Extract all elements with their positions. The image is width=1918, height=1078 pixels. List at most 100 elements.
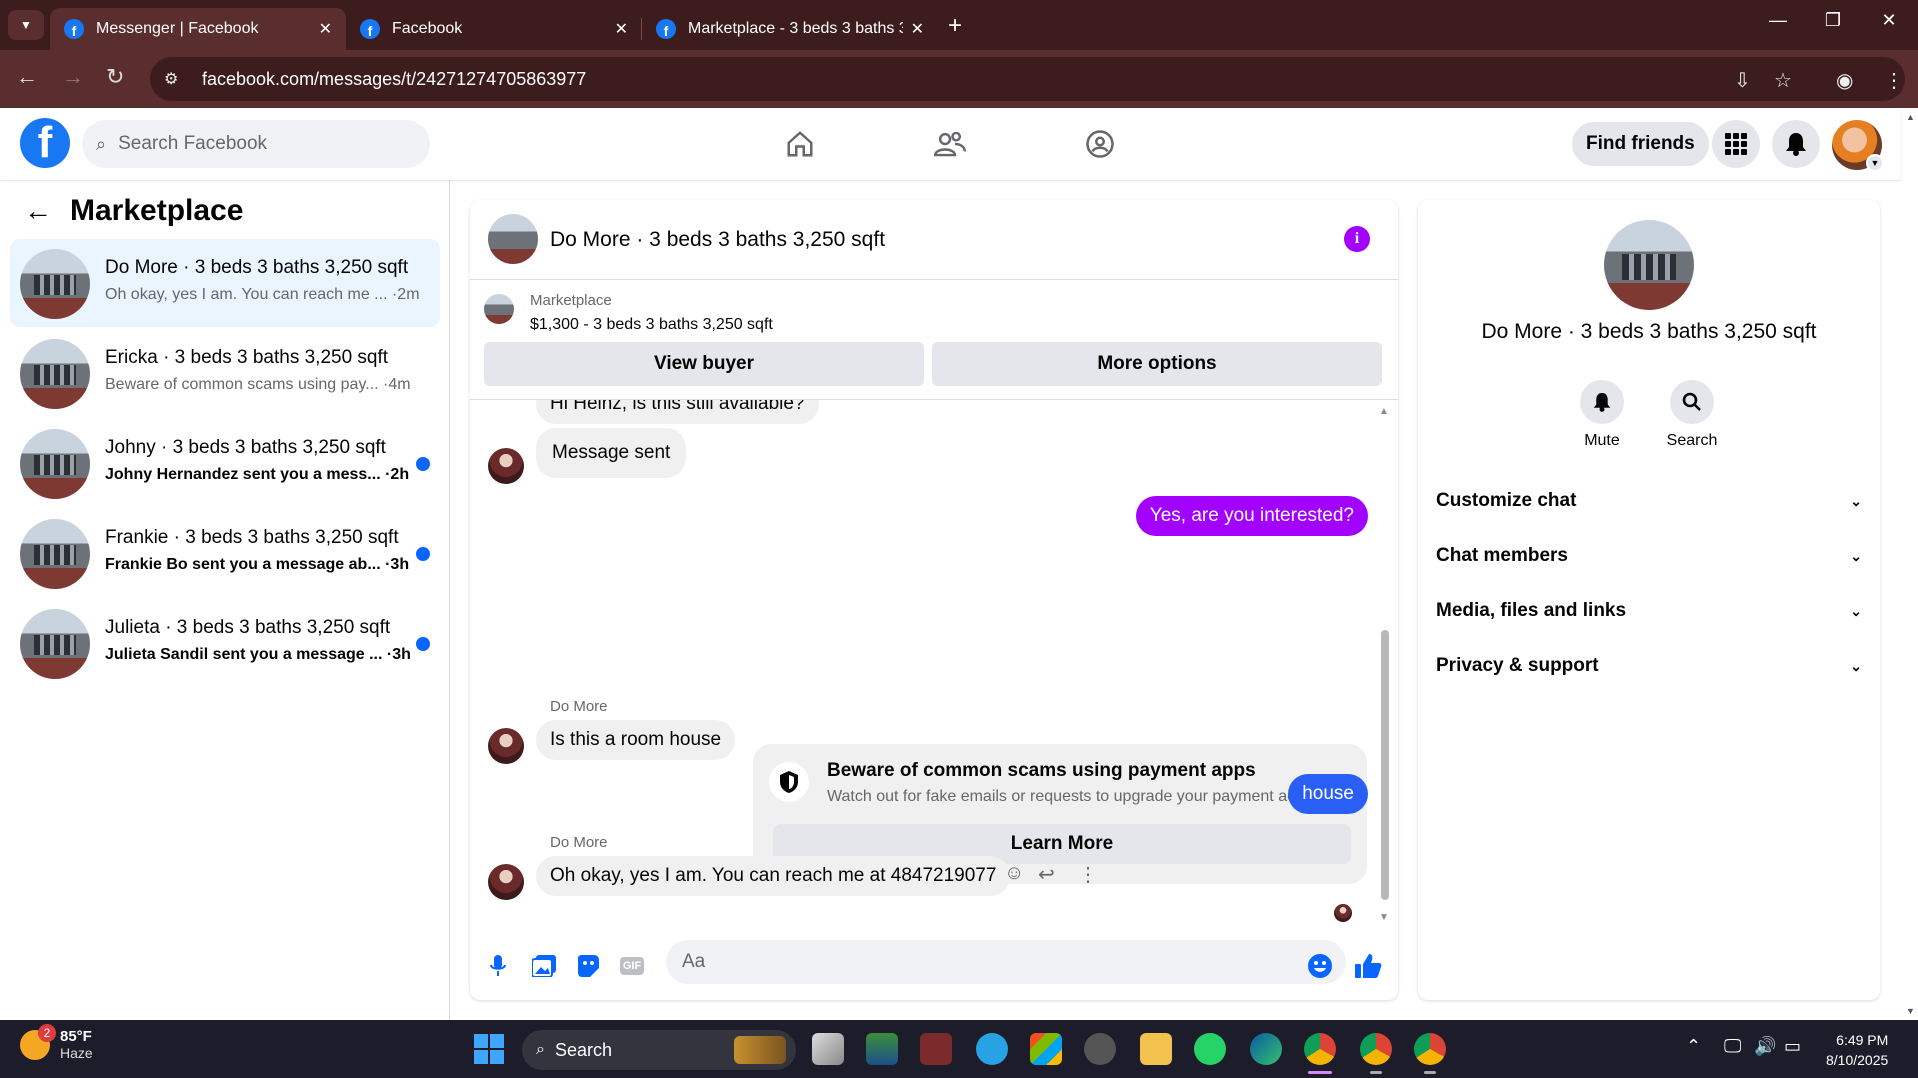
marketplace-listing-card: Marketplace $1,300 - 3 beds 3 baths 3,25… — [470, 280, 1398, 400]
more-options-button[interactable]: More options — [932, 342, 1382, 386]
photo-icon[interactable] — [530, 952, 558, 980]
customize-chat-row[interactable]: Customize chat ⌄ — [1436, 481, 1862, 521]
menu-dots-icon[interactable]: ⋮ — [1884, 68, 1904, 93]
chrome-profile-icon[interactable] — [1360, 1033, 1392, 1065]
tab-facebook[interactable]: f Facebook ✕ — [346, 8, 642, 50]
restore-button[interactable]: ❐ — [1818, 10, 1848, 31]
info-icon[interactable]: i — [1344, 226, 1370, 252]
chat-avatar[interactable] — [488, 214, 538, 264]
conversation-item[interactable]: Do More · 3 beds 3 baths 3,250 sqft Oh o… — [10, 239, 440, 327]
chrome-icon[interactable] — [1304, 1033, 1336, 1065]
friends-icon[interactable] — [930, 124, 970, 164]
account-avatar[interactable]: ▼ — [1832, 120, 1884, 172]
gif-icon[interactable]: GIF — [618, 952, 646, 980]
chevron-up-icon[interactable]: ⌃ — [1686, 1036, 1701, 1057]
new-tab-button[interactable]: + — [948, 12, 962, 40]
tab-marketplace[interactable]: f Marketplace - 3 beds 3 baths 3, ✕ — [642, 8, 938, 50]
file-explorer-icon[interactable] — [1140, 1033, 1172, 1065]
page-scrollbar[interactable]: ▲ ▼ — [1902, 108, 1918, 1020]
seen-avatar — [1334, 904, 1352, 922]
chat-scrollbar[interactable] — [1381, 630, 1389, 900]
system-clock[interactable]: 6:49 PM 8/10/2025 — [1826, 1030, 1888, 1070]
close-icon[interactable]: ✕ — [319, 19, 332, 39]
back-arrow-icon[interactable]: ← — [24, 195, 52, 227]
scam-warning-description: Watch out for fake emails or requests to… — [827, 788, 1339, 805]
media-files-links-row[interactable]: Media, files and links ⌄ — [1436, 591, 1862, 631]
tab-messenger[interactable]: f Messenger | Facebook ✕ — [50, 8, 346, 50]
tab-search-button[interactable]: ▼ — [8, 10, 44, 40]
chrome-profile-icon[interactable] — [1414, 1033, 1446, 1065]
close-icon[interactable]: ✕ — [911, 19, 924, 39]
sticker-icon[interactable] — [574, 952, 602, 980]
notifications-bell-icon[interactable] — [1772, 120, 1820, 168]
conversation-item[interactable]: Julieta · 3 beds 3 baths 3,250 sqft Juli… — [10, 599, 440, 687]
address-bar[interactable]: ⚙ facebook.com/messages/t/24271274705863… — [150, 57, 1905, 101]
game-app-icon[interactable] — [920, 1033, 952, 1065]
scroll-up-arrow[interactable]: ▲ — [1906, 112, 1915, 122]
clock-time: 6:49 PM — [1836, 1032, 1889, 1048]
message-composer: GIF — [470, 940, 1398, 1000]
more-dots-icon[interactable]: ⋮ — [1078, 862, 1098, 887]
chat-title[interactable]: Do More · 3 beds 3 baths 3,250 sqft — [550, 228, 885, 252]
window-close-button[interactable]: ✕ — [1874, 10, 1904, 31]
groups-icon[interactable] — [1080, 124, 1120, 164]
battery-icon[interactable]: ▭ — [1784, 1036, 1801, 1057]
reply-icon[interactable]: ↩ — [1038, 862, 1055, 887]
browser-toolbar: ← → ↻ ⚙ facebook.com/messages/t/24271274… — [0, 50, 1918, 108]
conversation-item[interactable]: Johny · 3 beds 3 baths 3,250 sqft Johny … — [10, 419, 440, 507]
weather-widget[interactable]: 2 85°F Haze — [20, 1023, 93, 1061]
conversation-item[interactable]: Ericka · 3 beds 3 baths 3,250 sqft Bewar… — [10, 329, 440, 417]
search-input[interactable] — [118, 133, 399, 155]
menu-grid-icon[interactable] — [1712, 120, 1760, 168]
install-app-icon[interactable]: ⇩ — [1734, 68, 1751, 93]
url-text: facebook.com/messages/t/2427127470586397… — [202, 68, 587, 89]
whatsapp-icon[interactable] — [1194, 1033, 1226, 1065]
site-info-icon[interactable]: ⚙ — [164, 69, 190, 89]
taskbar-search[interactable]: ⌕ Search — [522, 1030, 796, 1070]
profile-icon[interactable]: ◉ — [1836, 68, 1853, 93]
close-icon[interactable]: ✕ — [615, 19, 628, 39]
unread-dot — [416, 457, 430, 471]
back-arrow-icon[interactable]: ← — [16, 64, 38, 90]
weather-condition: Haze — [60, 1045, 93, 1061]
privacy-support-row[interactable]: Privacy & support ⌄ — [1436, 646, 1862, 686]
scroll-up-arrow[interactable]: ▲ — [1379, 406, 1389, 417]
task-view-icon[interactable] — [812, 1033, 844, 1065]
temperature: 85°F — [60, 1028, 92, 1045]
edge-icon[interactable] — [1250, 1033, 1282, 1065]
search-icon — [1670, 380, 1714, 424]
find-friends-button[interactable]: Find friends — [1572, 122, 1709, 166]
scroll-down-arrow[interactable]: ▼ — [1906, 1006, 1915, 1016]
react-emoji-icon[interactable]: ☺ — [1004, 862, 1024, 885]
minimize-button[interactable]: — — [1763, 10, 1793, 31]
bookmark-star-icon[interactable]: ☆ — [1774, 68, 1792, 93]
minecraft-icon[interactable] — [866, 1033, 898, 1065]
media-app-icon[interactable] — [1084, 1033, 1116, 1065]
like-thumb-icon[interactable] — [1354, 952, 1382, 980]
forward-arrow-icon[interactable]: → — [62, 64, 84, 90]
mute-button[interactable]: Mute — [1562, 380, 1642, 450]
listing-avatar[interactable] — [1604, 220, 1694, 310]
facebook-logo[interactable]: f — [20, 118, 70, 168]
display-icon[interactable]: 🖵 — [1724, 1036, 1741, 1057]
scroll-down-arrow[interactable]: ▼ — [1379, 912, 1389, 923]
reload-icon[interactable]: ↻ — [106, 64, 124, 90]
microphone-icon[interactable] — [484, 952, 512, 980]
microsoft-store-icon[interactable] — [1030, 1033, 1062, 1065]
facebook-favicon-icon: f — [656, 19, 676, 39]
conversation-item[interactable]: Frankie · 3 beds 3 baths 3,250 sqft Fran… — [10, 509, 440, 597]
windows-start-icon[interactable] — [474, 1034, 504, 1064]
message-input[interactable] — [666, 940, 1346, 984]
conversation-preview: Beware of common scams using pay... ·4m — [105, 376, 411, 393]
listing-thumbnail — [20, 339, 90, 409]
view-buyer-button[interactable]: View buyer — [484, 342, 924, 386]
page-title: Marketplace — [70, 194, 244, 227]
chevron-down-icon: ⌄ — [1850, 657, 1862, 674]
facebook-search[interactable]: ⌕ — [82, 120, 430, 168]
home-icon[interactable] — [780, 124, 820, 164]
search-in-chat-button[interactable]: Search — [1652, 380, 1732, 450]
telegram-icon[interactable] — [976, 1033, 1008, 1065]
emoji-icon[interactable] — [1306, 952, 1334, 980]
chat-members-row[interactable]: Chat members ⌄ — [1436, 536, 1862, 576]
volume-icon[interactable]: 🔊 — [1754, 1036, 1776, 1057]
